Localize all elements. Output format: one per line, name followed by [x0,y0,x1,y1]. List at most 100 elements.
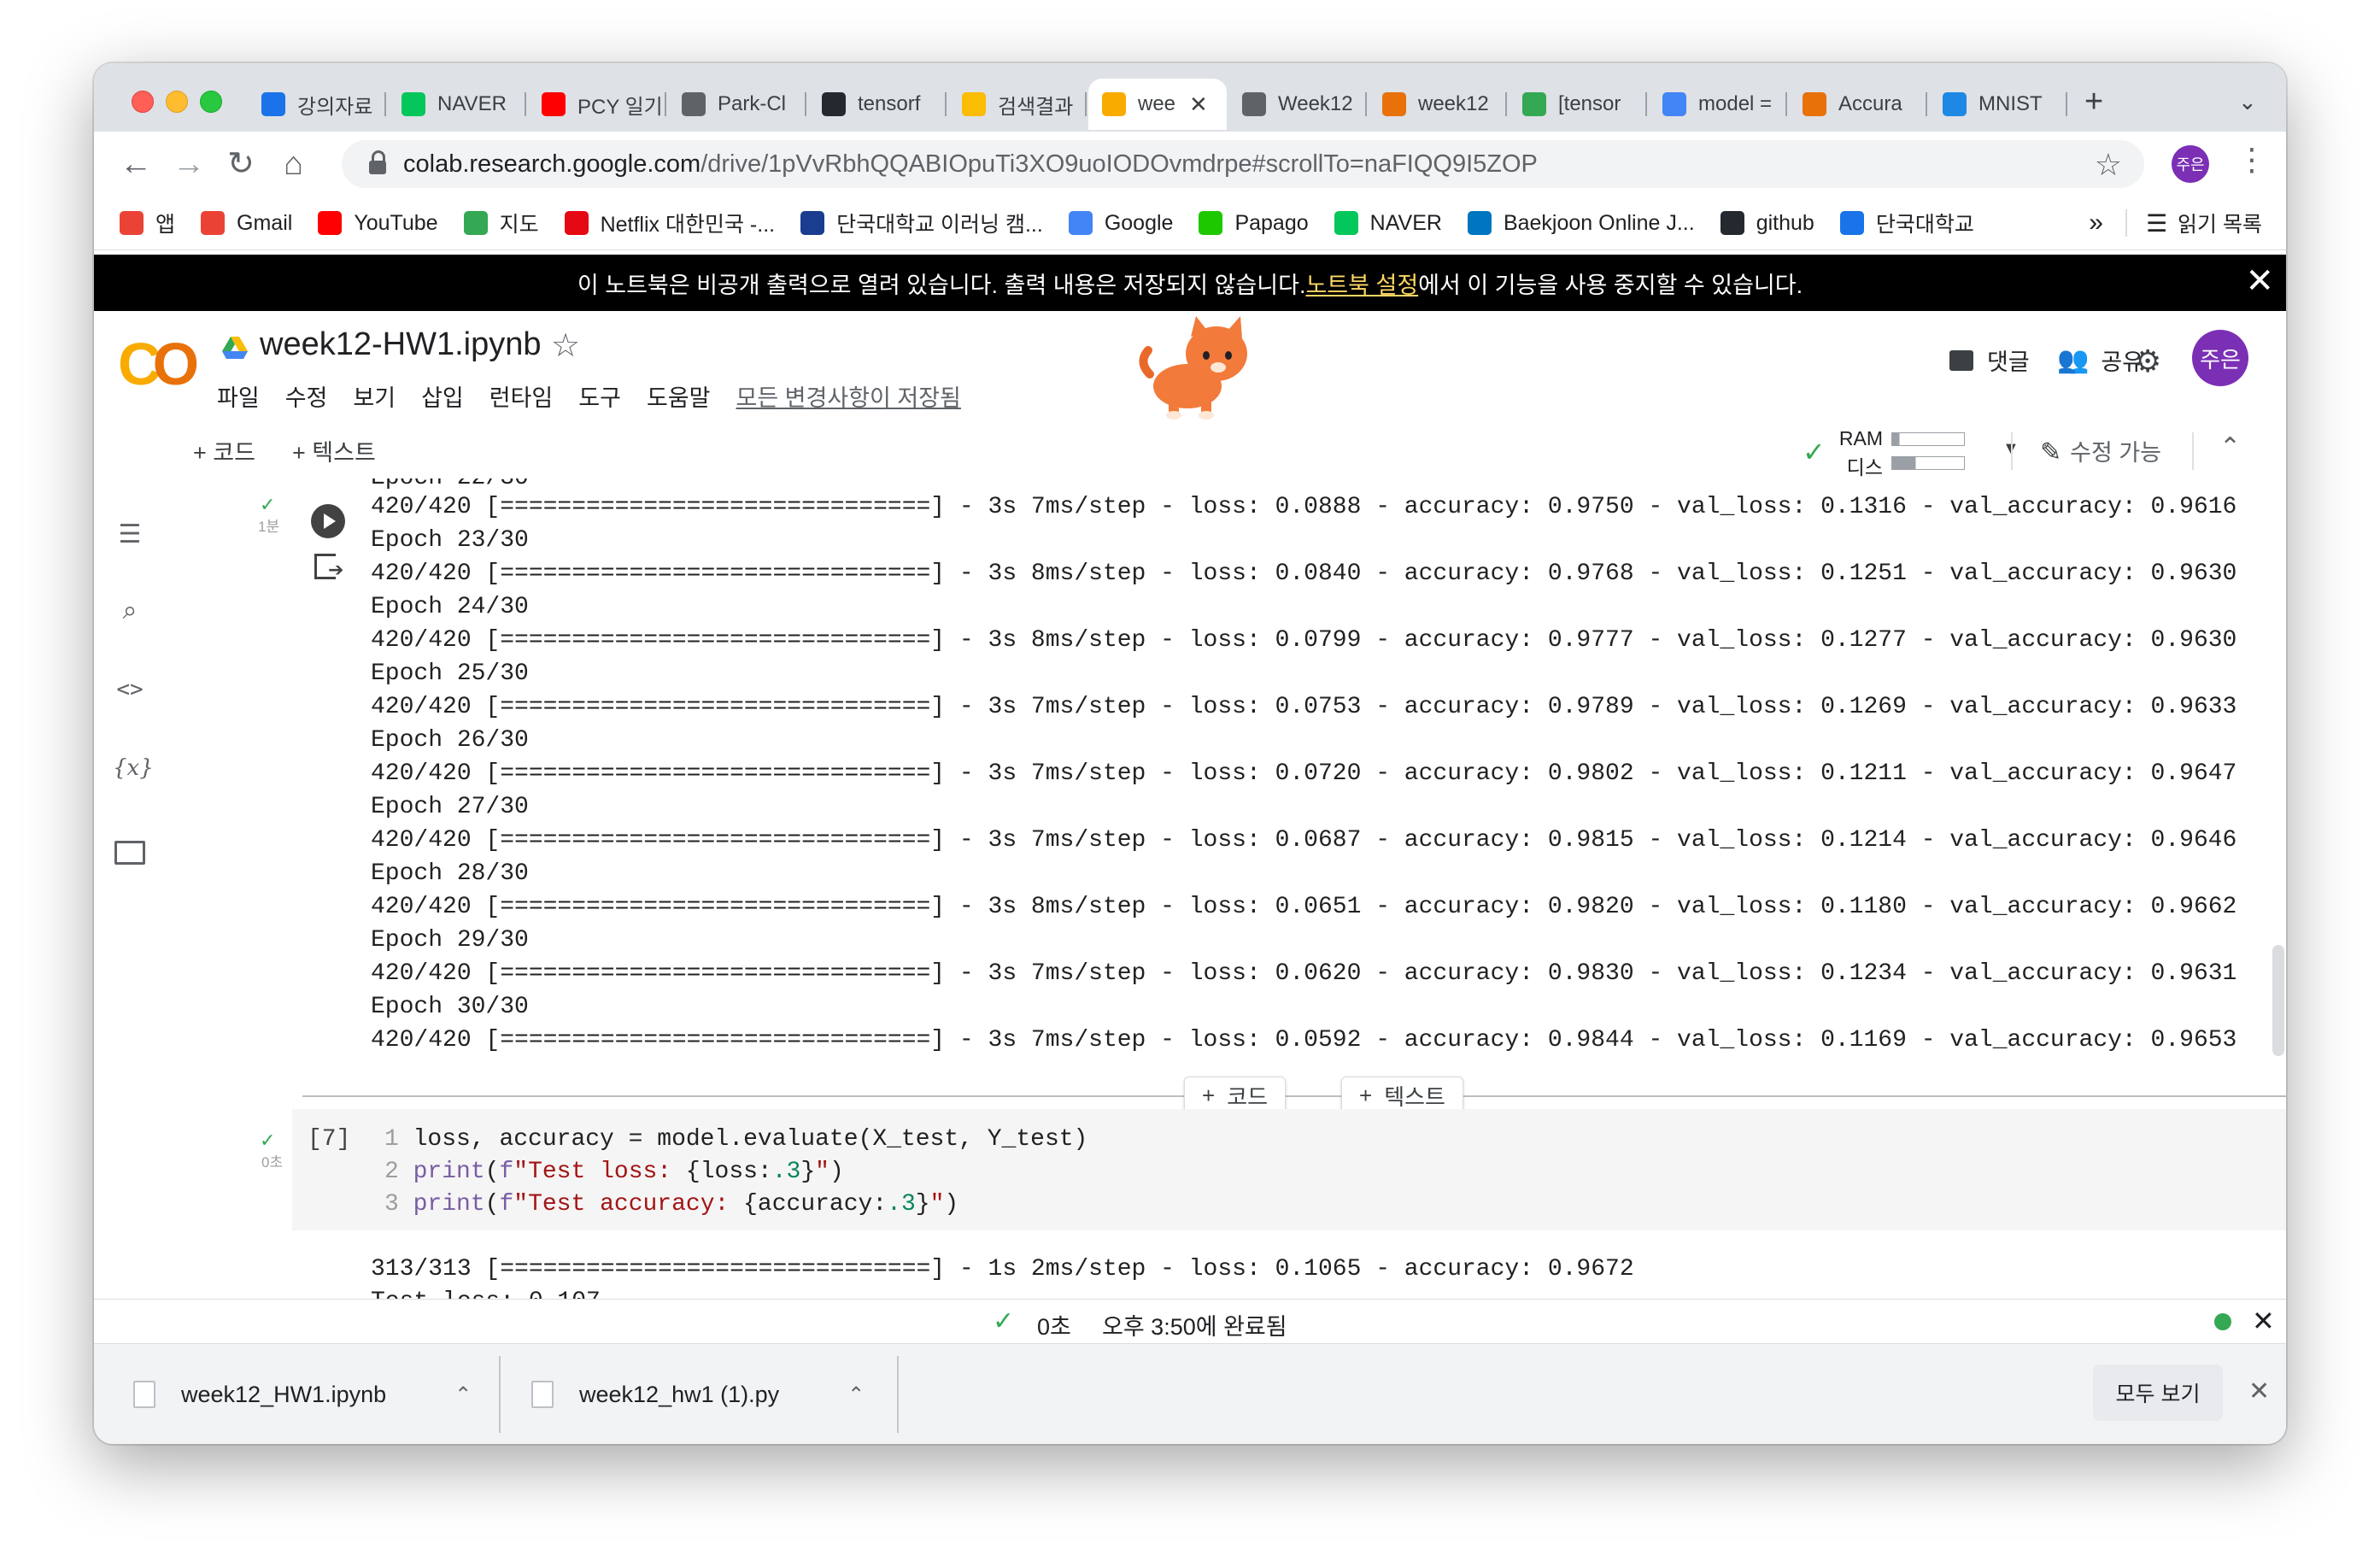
download-separator [499,1356,501,1433]
browser-tab[interactable]: tensorf [808,79,947,130]
tab-separator [1926,92,1927,116]
new-tab-button[interactable]: + [2084,84,2103,120]
code-snippets-icon[interactable]: <> [113,677,147,711]
bookmark-item[interactable]: 앱 [120,208,175,238]
banner-close-icon[interactable]: ✕ [2245,261,2274,301]
browser-tab[interactable]: wee ✕ [1088,79,1227,130]
forward-arrow-icon[interactable]: → [173,145,205,183]
add-text-cell-button[interactable]: + 텍스트 [292,434,376,467]
bookmark-item[interactable]: Papago [1199,211,1309,236]
reading-list-button[interactable]: 읽기 목록 [2178,208,2262,238]
download-separator [897,1356,899,1433]
colab-logo[interactable]: CO [118,330,199,398]
menu-item[interactable]: 런타임 [489,379,554,413]
browser-tab[interactable]: 강의자료 [248,79,386,130]
collapse-header-chevron-icon[interactable]: ⌃ [2219,432,2241,462]
bookmark-item[interactable]: Netflix 대한민국 -... [564,208,775,238]
tab-label: model = [1698,92,1773,115]
back-arrow-icon[interactable]: ← [120,145,152,183]
bookmark-star-icon[interactable]: ☆ [2095,147,2122,183]
settings-gear-icon[interactable]: ⚙ [2134,343,2161,379]
execution-duration: 0초 [1037,1314,1071,1340]
bookmark-item[interactable]: NAVER [1334,211,1442,236]
browser-tab[interactable]: Week12 [1228,79,1367,130]
google-icon [1662,92,1686,116]
menu-item[interactable]: 삽입 [421,379,464,413]
bookmarks-overflow-button[interactable]: » [2089,208,2103,238]
menu-item[interactable]: 도움말 [647,379,711,413]
bookmark-label: NAVER [1369,210,1442,235]
reload-icon[interactable]: ↻ [227,145,255,183]
variables-icon[interactable]: {x} [113,755,154,789]
file-icon [133,1381,155,1408]
cell1-output-line: 420/420 [==============================]… [371,894,2237,920]
notebook-title[interactable]: week12-HW1.ipynb [260,326,541,363]
menu-item[interactable]: 도구 [578,379,621,413]
browser-tab[interactable]: 검색결과 [948,79,1087,130]
cell1-output-line: Epoch 29/30 [371,927,529,954]
profile-avatar[interactable]: 주은 [2172,145,2209,183]
comment-button[interactable]: 댓글 [1949,343,2030,377]
browser-menu-icon[interactable]: ⋮ [2236,142,2267,178]
add-code-cell-button[interactable]: + 코드 [193,434,255,467]
browser-tab[interactable]: Park-Cl [668,79,806,130]
files-folder-icon[interactable] [113,834,147,868]
window-close-button[interactable] [132,91,154,113]
save-status-link[interactable]: 모든 변경사항이 저장됨 [736,379,961,413]
bookmark-item[interactable]: 단국대학교 이러닝 캠... [800,208,1043,238]
colab-menu-bar: 파일 수정 보기 삽입 런타임 도구 도움말 모든 변경사항이 저장됨 [217,379,987,413]
d-icon [261,92,285,116]
code-line-2: 2 print(f"Test loss: {loss:.3}") [384,1159,844,1185]
menu-item[interactable]: 수정 [285,379,328,413]
star-notebook-icon[interactable]: ☆ [551,326,580,365]
disk-usage-bar [1891,456,1965,470]
menu-item[interactable]: 파일 [217,379,260,413]
tab-close-icon[interactable]: ✕ [1189,91,1208,118]
vertical-scrollbar[interactable] [2272,945,2284,1056]
browser-tab[interactable]: Accura [1789,79,1927,130]
window-minimize-button[interactable] [166,91,188,113]
table-of-contents-icon[interactable]: ☰ [113,519,147,554]
browser-tab[interactable]: week12 [1369,79,1507,130]
format-spec: .3 [771,1159,801,1185]
address-bar[interactable]: colab.research.google.com/drive/1pVvRbhQ… [342,140,2144,188]
search-icon[interactable]: ⌕ [113,596,147,631]
bookmark-item[interactable]: 지도 [463,208,539,238]
cell1-output-line: Epoch 27/30 [371,794,529,820]
bookmark-item[interactable]: github [1720,210,1814,236]
notebook-settings-link[interactable]: 노트북 설정 [1305,267,1418,300]
bookmark-label: Baekjoon Online J... [1503,210,1695,235]
status-close-icon[interactable]: ✕ [2252,1305,2275,1337]
resource-monitor[interactable]: ✓ RAM 디스크 ▼ [1803,427,2059,508]
browser-tab[interactable]: PCY 일기 [528,79,666,130]
browser-tab[interactable]: [tensor [1509,79,1647,130]
bookmark-item[interactable]: 단국대학교 [1839,208,1974,238]
share-button[interactable]: 👥 공유 [2057,343,2143,377]
cell2-code-editor[interactable]: [7] 1 loss, accuracy = model.evaluate(X_… [292,1109,2286,1230]
download-options-chevron-icon[interactable]: ⌃ [454,1382,472,1407]
downloads-close-icon[interactable]: ✕ [2248,1376,2270,1406]
browser-tab[interactable]: NAVER [388,79,526,130]
cell2-success-check-icon: ✓ [260,1130,276,1151]
download-options-chevron-icon[interactable]: ⌃ [847,1382,865,1407]
user-avatar[interactable]: 주은 [2192,330,2248,386]
edit-mode-button[interactable]: ✎ 수정 가능 [2040,434,2161,467]
bookmark-label: github [1756,210,1814,235]
menu-item[interactable]: 보기 [353,379,396,413]
google-icon [1068,211,1093,235]
show-all-downloads-button[interactable]: 모두 보기 [2093,1365,2223,1421]
bookmark-item[interactable]: Baekjoon Online J... [1467,210,1695,236]
fstring-expr: {loss: [685,1159,772,1185]
browser-tab[interactable]: model = [1649,79,1787,130]
window-maximize-button[interactable] [200,91,222,113]
browser-tab[interactable]: MNIST [1929,79,2067,130]
globe-icon [1242,92,1266,116]
cell1-run-button[interactable] [311,504,345,538]
bookmark-item[interactable]: YouTube [318,211,438,236]
download-item[interactable]: week12_HW1.ipynb ⌃ [133,1344,472,1444]
home-icon[interactable]: ⌂ [284,145,303,183]
download-item[interactable]: week12_hw1 (1).py ⌃ [531,1344,865,1444]
bookmark-item[interactable]: Google [1068,211,1173,236]
bookmark-item[interactable]: Gmail [201,211,292,236]
tab-search-chevron-icon[interactable]: ⌄ [2238,89,2257,115]
